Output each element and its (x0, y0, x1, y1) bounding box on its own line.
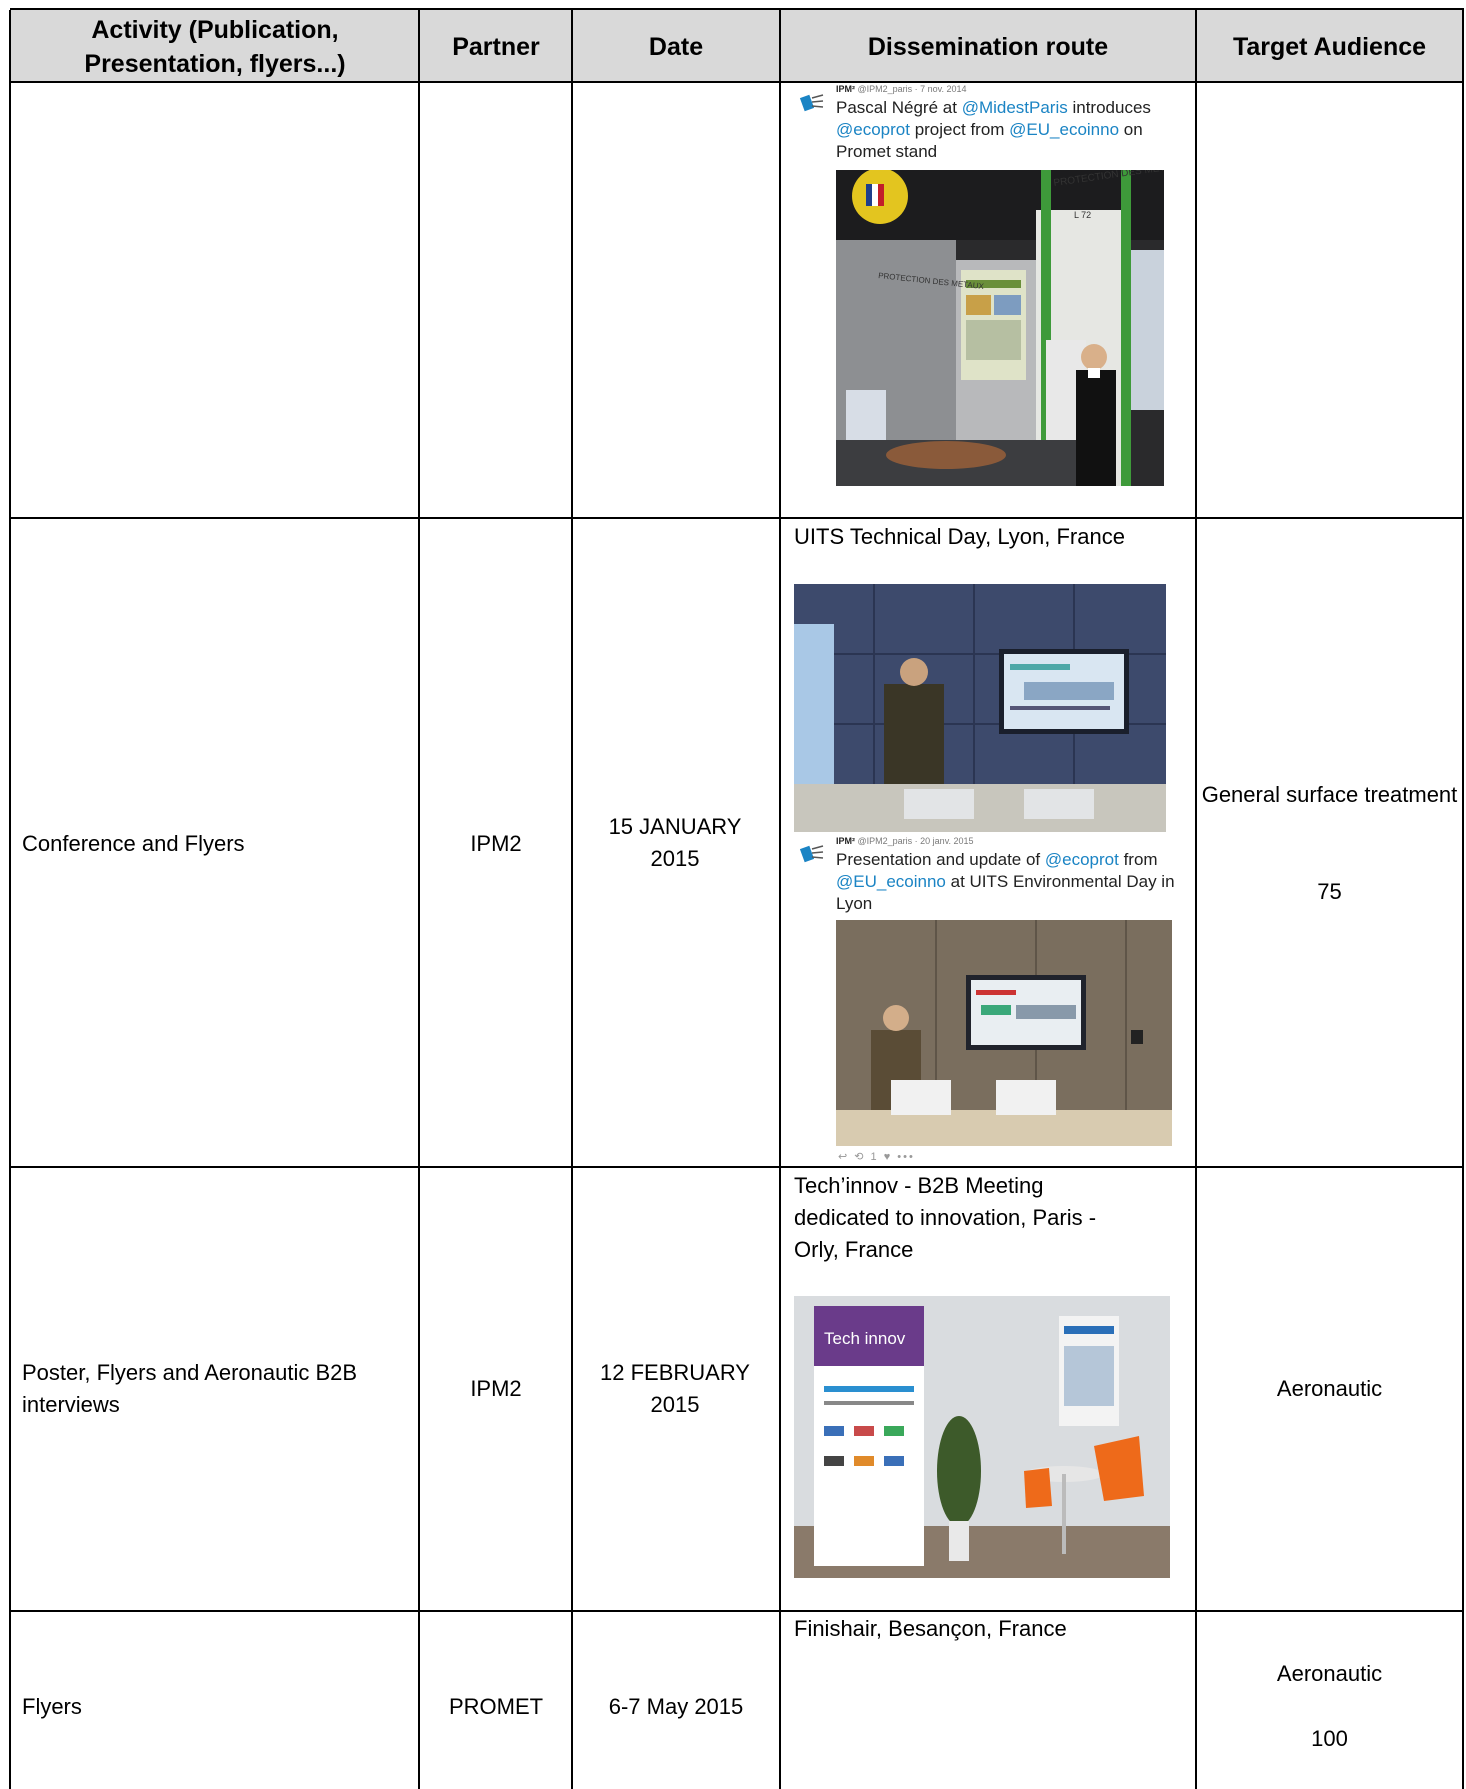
tweet-text: Pascal Négré at @MidestParis introduces … (836, 98, 1151, 161)
activity-cell: Poster, Flyers and Aeronautic B2B interv… (22, 1360, 358, 1417)
header-dissemination-route: Dissemination route (867, 33, 1109, 61)
tweet-handle: IPM² (836, 836, 855, 846)
techinnov-banner-text: Tech innov (824, 1329, 906, 1348)
tweet-header: IPM² @IPM2_paris · 7 nov. 2014 (836, 84, 967, 94)
tweet-text: Presentation and update of @ecoprot from… (836, 850, 1175, 913)
activity-cell: Conference and Flyers (22, 831, 245, 856)
table-border-right (1462, 10, 1464, 1789)
table-border-top (10, 8, 1464, 10)
row-divider-1 (10, 517, 1464, 519)
tweet-meta: @IPM2_paris · 7 nov. 2014 (857, 84, 967, 94)
column-divider-1 (418, 10, 420, 1789)
tweet-meta: @IPM2_paris · 20 janv. 2015 (857, 836, 974, 846)
ipm2-logo-icon (799, 845, 824, 863)
date-cell: 15 JANUARY 2015 (608, 814, 742, 871)
column-divider-3 (779, 10, 781, 1789)
uits-environmental-day-photo (836, 920, 1172, 1146)
tweet-action-icons[interactable]: ↩ ⟲ 1 ♥ ••• (838, 1150, 915, 1163)
tweet-header: IPM² @IPM2_paris · 20 janv. 2015 (836, 836, 974, 846)
audience-count: 75 (1317, 879, 1342, 904)
uits-presentation-photo (794, 584, 1166, 832)
header-partner: Partner (452, 33, 540, 61)
audience-count: 100 (1311, 1726, 1348, 1751)
mention-link[interactable]: @ecoprot (1045, 850, 1119, 869)
header-row-divider (10, 81, 1464, 83)
audience-cell: General surface treatment (1201, 782, 1458, 807)
dissemination-route-title: Finishair, Besançon, France (794, 1616, 1067, 1641)
header-date: Date (648, 33, 704, 61)
ipm2-logo-icon (799, 94, 824, 112)
dissemination-route-title: Tech’innov - B2B Meeting dedicated to in… (794, 1173, 1097, 1262)
mention-link[interactable]: @MidestParis (962, 98, 1068, 117)
tweet-handle: IPM² (836, 84, 855, 94)
column-divider-2 (571, 10, 573, 1789)
dissemination-route-title: UITS Technical Day, Lyon, France (794, 524, 1125, 549)
header-activity: Activity (Publication, Presentation, fly… (84, 16, 346, 78)
audience-cell: Aeronautic (1276, 1661, 1383, 1686)
midest-stand-photo: PROTECTION DES METAUX L 72 PROTECTION DE… (836, 170, 1164, 486)
stand-number-text: L 72 (1074, 210, 1091, 220)
date-cell: 12 FEBRUARY 2015 (600, 1360, 750, 1417)
row-divider-3 (10, 1610, 1464, 1612)
table-border-left (9, 10, 11, 1789)
date-cell: 6-7 May 2015 (608, 1694, 744, 1719)
partner-cell: IPM2 (470, 1376, 522, 1401)
header-target-audience: Target Audience (1232, 33, 1427, 61)
mention-link[interactable]: @EU_ecoinno (1009, 120, 1119, 139)
row-divider-2 (10, 1166, 1464, 1168)
activity-cell: Flyers (22, 1694, 82, 1719)
audience-cell: Aeronautic (1276, 1376, 1383, 1401)
mention-link[interactable]: @EU_ecoinno (836, 872, 946, 891)
techinnov-stand-photo: Tech innov (794, 1296, 1170, 1578)
partner-cell: PROMET (448, 1694, 544, 1719)
mention-link[interactable]: @ecoprot (836, 120, 910, 139)
partner-cell: IPM2 (470, 831, 522, 856)
